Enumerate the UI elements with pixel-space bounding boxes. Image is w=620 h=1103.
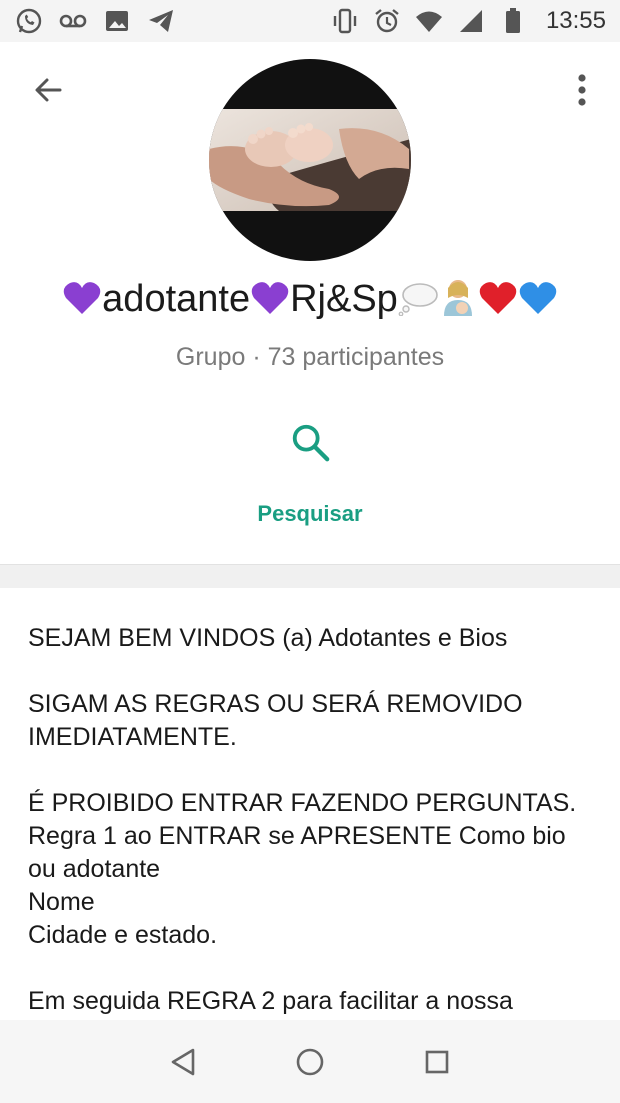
notification-icons <box>14 6 176 36</box>
image-icon <box>102 6 132 36</box>
nav-back-button[interactable] <box>163 1042 203 1082</box>
arrow-left-icon <box>35 78 62 102</box>
description-line: É PROIBIDO ENTRAR FAZENDO PERGUNTAS. <box>28 789 577 817</box>
avatar-photo <box>209 109 411 211</box>
group-subtitle: Grupo · 73 participantes <box>175 343 445 371</box>
back-button[interactable] <box>26 68 70 112</box>
more-options-button[interactable] <box>560 68 604 112</box>
blue-heart-icon <box>519 282 557 314</box>
search-icon <box>292 424 330 462</box>
description-line: Cidade e estado. <box>28 921 218 949</box>
description-line: SEJAM BEM VINDOS (a) Adotantes e Bios <box>28 624 508 652</box>
section-divider <box>0 564 620 588</box>
description-line: Nome <box>28 888 95 916</box>
description-line: Regra 1 ao ENTRAR se APRESENTE Como bio … <box>28 822 566 883</box>
more-vertical-icon <box>578 74 586 106</box>
group-info-header: adotante Rj&Sp Grupo · 73 participantes P… <box>0 42 620 564</box>
group-name: adotante Rj&Sp <box>0 278 620 321</box>
system-nav-bar <box>0 1020 620 1103</box>
alarm-icon <box>372 6 402 36</box>
nav-recents-button[interactable] <box>417 1042 457 1082</box>
group-name-part2: Rj&Sp <box>290 278 398 320</box>
purple-heart-icon <box>251 282 289 314</box>
battery-icon <box>498 6 528 36</box>
description-line: Em seguida REGRA 2 para facilitar a noss… <box>28 987 513 1015</box>
whatsapp-icon <box>14 6 44 36</box>
group-description[interactable]: SEJAM BEM VINDOS (a) Adotantes e Bios SI… <box>28 622 598 1018</box>
group-avatar[interactable] <box>209 59 411 261</box>
group-name-part1: adotante <box>102 278 251 320</box>
search-button[interactable]: Pesquisar <box>230 412 390 527</box>
signal-icon <box>456 6 486 36</box>
status-bar: 13:55 <box>0 0 620 42</box>
telegram-icon <box>146 6 176 36</box>
red-heart-icon <box>479 282 517 314</box>
voicemail-icon <box>58 6 88 36</box>
purple-heart-icon <box>63 282 101 314</box>
thought-balloon-icon <box>398 283 438 316</box>
back-triangle-icon <box>172 1048 195 1075</box>
clock-time: 13:55 <box>545 7 606 34</box>
home-circle-icon <box>296 1048 324 1075</box>
recents-square-icon <box>425 1050 448 1073</box>
wifi-icon <box>414 6 444 36</box>
vibrate-icon <box>330 6 360 36</box>
system-icons: 13:55 <box>330 6 606 36</box>
description-line: SIGAM AS REGRAS OU SERÁ REMOVIDO IMEDIAT… <box>28 690 523 751</box>
breastfeeding-icon <box>443 280 472 316</box>
search-label: Pesquisar <box>257 501 363 526</box>
nav-home-button[interactable] <box>290 1042 330 1082</box>
